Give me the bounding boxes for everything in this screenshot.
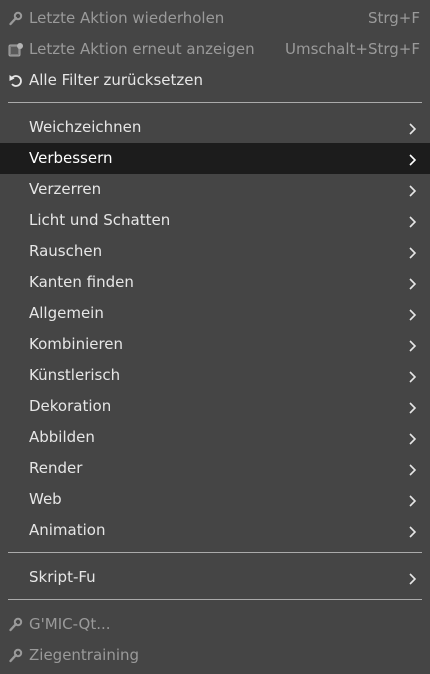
separator (8, 102, 422, 103)
separator (8, 599, 422, 600)
menu-item-label: Künstlerisch (29, 366, 121, 384)
menu-item-web[interactable]: Web (0, 484, 430, 515)
chevron-right-icon (408, 431, 418, 445)
reshow-last-action-shortcut: Umschalt+Strg+F (285, 40, 420, 58)
menu-item-label: Verbessern (29, 149, 113, 167)
ziegentraining-label: Ziegentraining (29, 646, 140, 664)
chevron-right-icon (408, 571, 418, 585)
menu-item-label: Dekoration (29, 397, 112, 415)
reshow-last-action-label: Letzte Aktion erneut anzeigen (29, 40, 255, 58)
gmic-qt-item[interactable]: G'MIC-Qt... (0, 609, 430, 640)
menu-item-label: Kombinieren (29, 335, 124, 353)
chevron-right-icon (408, 307, 418, 321)
menu-item-label: Kanten finden (29, 273, 134, 291)
menu-item-allgemein[interactable]: Allgemein (0, 298, 430, 329)
menu-item-licht-und-schatten[interactable]: Licht und Schatten (0, 205, 430, 236)
menu-item-dekoration[interactable]: Dekoration (0, 391, 430, 422)
chevron-right-icon (408, 152, 418, 166)
menu-item-label: Rauschen (29, 242, 103, 260)
repeat-last-action-label: Letzte Aktion wiederholen (29, 9, 225, 27)
filters-menu: Letzte Aktion wiederholen Strg+F Letzte … (0, 0, 430, 674)
menu-item-label: Render (29, 459, 83, 477)
chevron-right-icon (408, 400, 418, 414)
menu-item-weichzeichnen[interactable]: Weichzeichnen (0, 112, 430, 143)
menu-item-label: Abbilden (29, 428, 95, 446)
menu-item-label: Web (29, 490, 62, 508)
gear-icon (8, 11, 24, 27)
menu-item-animation[interactable]: Animation (0, 515, 430, 546)
chevron-right-icon (408, 214, 418, 228)
filter-dialog-icon (8, 42, 24, 58)
chevron-right-icon (408, 462, 418, 476)
menu-item-verzerren[interactable]: Verzerren (0, 174, 430, 205)
chevron-right-icon (408, 338, 418, 352)
menu-item-label: Animation (29, 521, 106, 539)
chevron-right-icon (408, 524, 418, 538)
menu-item-rauschen[interactable]: Rauschen (0, 236, 430, 267)
ziegentraining-item[interactable]: Ziegentraining (0, 640, 430, 671)
gmic-qt-label: G'MIC-Qt... (29, 615, 111, 633)
menu-item-kombinieren[interactable]: Kombinieren (0, 329, 430, 360)
menu-item-label: Allgemein (29, 304, 104, 322)
menu-item-kuenstlerisch[interactable]: Künstlerisch (0, 360, 430, 391)
repeat-last-action-shortcut: Strg+F (367, 9, 420, 27)
menu-item-verbessern[interactable]: Verbessern (0, 143, 430, 174)
gear-icon (8, 648, 24, 664)
gear-icon (8, 617, 24, 633)
menu-item-abbilden[interactable]: Abbilden (0, 422, 430, 453)
menu-item-label: Licht und Schatten (29, 211, 171, 229)
chevron-right-icon (408, 369, 418, 383)
chevron-right-icon (408, 245, 418, 259)
chevron-right-icon (408, 183, 418, 197)
reshow-last-action-item[interactable]: Letzte Aktion erneut anzeigen Umschalt+S… (0, 34, 430, 65)
menu-item-skript-fu[interactable]: Skript-Fu (0, 562, 430, 593)
reset-all-filters-item[interactable]: Alle Filter zurücksetzen (0, 65, 430, 96)
chevron-right-icon (408, 493, 418, 507)
menu-item-render[interactable]: Render (0, 453, 430, 484)
chevron-right-icon (408, 276, 418, 290)
menu-item-label: Weichzeichnen (29, 118, 142, 136)
repeat-last-action-item[interactable]: Letzte Aktion wiederholen Strg+F (0, 3, 430, 34)
chevron-right-icon (408, 121, 418, 135)
reset-all-filters-label: Alle Filter zurücksetzen (29, 71, 204, 89)
menu-item-kanten-finden[interactable]: Kanten finden (0, 267, 430, 298)
reset-icon (8, 73, 24, 89)
separator (8, 552, 422, 553)
menu-item-label: Skript-Fu (29, 568, 96, 586)
menu-item-label: Verzerren (29, 180, 102, 198)
